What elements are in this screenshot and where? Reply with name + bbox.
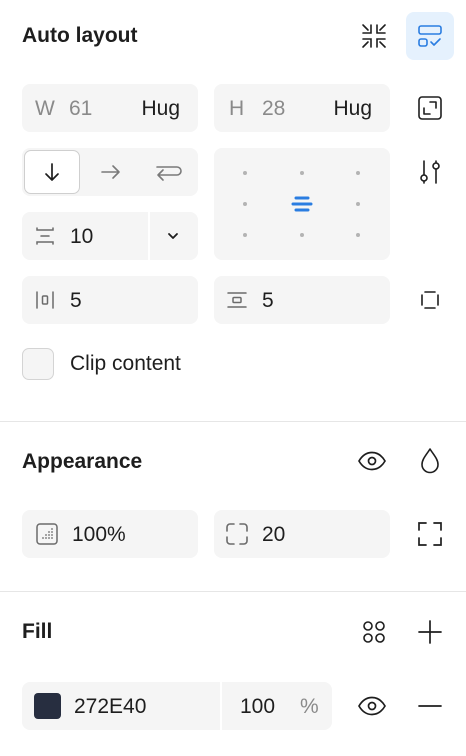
corner-radius-field[interactable]: 20 [214,510,390,558]
auto-layout-title: Auto layout [22,24,138,47]
resize-to-fit-icon[interactable] [414,92,446,124]
blend-mode-icon[interactable] [414,444,446,478]
align-middle-right[interactable] [356,202,360,206]
align-bottom-right[interactable] [356,233,360,237]
add-fill-icon[interactable] [414,616,446,648]
opacity-field[interactable]: 100% [22,510,198,558]
width-value[interactable]: 61 [69,97,92,121]
clip-content-label[interactable]: Clip content [70,352,181,376]
remove-fill-icon[interactable] [414,692,446,720]
independent-corners-icon[interactable] [414,518,446,550]
fill-opacity-value[interactable]: 100 [240,695,275,719]
alignment-grid[interactable] [214,148,390,260]
clip-content-checkbox[interactable] [22,348,54,380]
direction-control [22,148,198,196]
eye-icon[interactable] [354,445,390,477]
corner-radius-value[interactable]: 20 [262,523,285,547]
horizontal-padding-value[interactable]: 5 [70,289,82,313]
direction-vertical-button[interactable] [24,150,80,194]
fill-title: Fill [22,620,53,643]
height-value[interactable]: 28 [262,97,285,121]
corner-radius-icon [224,522,250,546]
fill-hex-value[interactable]: 272E40 [74,695,146,719]
appearance-title: Appearance [22,450,143,473]
width-field[interactable]: W 61 Hug [22,84,198,132]
horizontal-padding-icon [32,288,58,312]
align-center-indicator[interactable] [288,192,316,216]
width-label: W [35,97,55,120]
individual-padding-icon[interactable] [414,284,446,316]
align-top-left[interactable] [243,171,247,175]
vertical-gap-icon [32,224,58,248]
align-middle-left[interactable] [243,202,247,206]
height-label: H [229,97,245,120]
gap-field[interactable]: 10 [22,212,198,260]
height-field[interactable]: H 28 Hug [214,84,390,132]
fill-percent-sign: % [300,695,319,718]
collapse-icon[interactable] [356,18,392,54]
section-divider-2 [0,591,466,592]
align-bottom-center[interactable] [300,233,304,237]
direction-wrap-button[interactable] [144,150,194,194]
align-bottom-left[interactable] [243,233,247,237]
vertical-padding-value[interactable]: 5 [262,289,274,313]
horizontal-padding-field[interactable]: 5 [22,276,198,324]
vertical-padding-icon [224,288,250,312]
gap-value[interactable]: 10 [70,225,93,249]
fill-visibility-eye-icon[interactable] [354,692,390,720]
align-top-center[interactable] [300,171,304,175]
width-mode[interactable]: Hug [141,97,180,121]
section-divider [0,421,466,422]
advanced-settings-icon[interactable] [414,156,446,188]
fill-row[interactable]: 272E40 100 % [22,682,332,730]
fill-color-swatch[interactable] [34,693,61,719]
suggest-auto-layout-button[interactable] [406,12,454,60]
opacity-icon [34,522,60,546]
opacity-value[interactable]: 100% [72,523,126,547]
chevron-down-icon[interactable] [160,224,186,248]
align-top-right[interactable] [356,171,360,175]
styles-grid-icon[interactable] [358,616,390,648]
height-mode[interactable]: Hug [333,97,372,121]
direction-horizontal-button[interactable] [88,150,134,194]
vertical-padding-field[interactable]: 5 [214,276,390,324]
